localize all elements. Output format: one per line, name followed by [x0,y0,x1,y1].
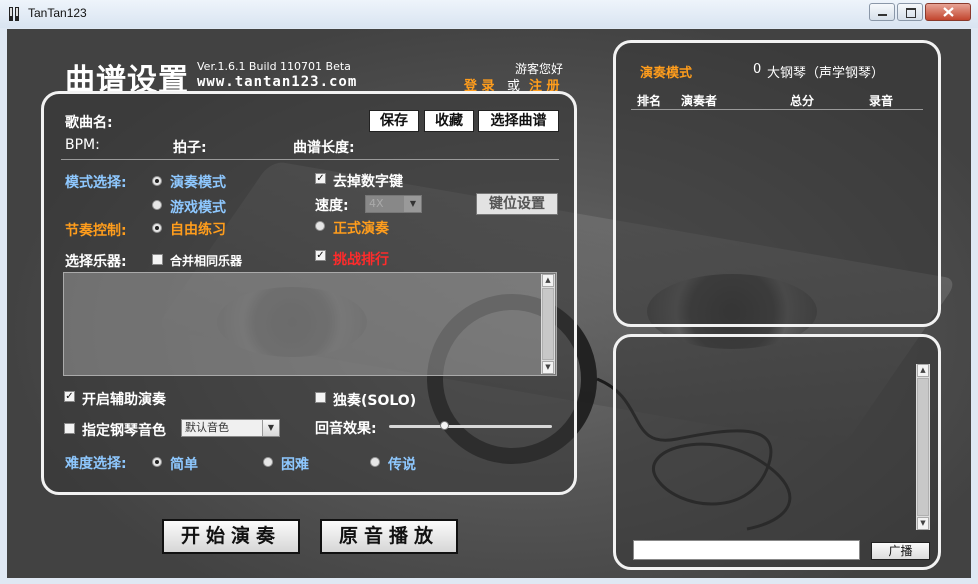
solo-label: 独奏(SOLO) [333,393,417,409]
minimize-icon [878,14,887,16]
piano-tone-value: 默认音色 [185,421,229,434]
remove-digit-keys-label: 去掉数字键 [333,174,403,190]
remove-digit-keys-checkbox[interactable]: ✓ [315,173,326,184]
scroll-up-icon[interactable]: ▲ [542,274,554,287]
title-bar: TanTan123 [0,0,978,28]
ranking-col-record: 录音 [869,94,894,108]
chevron-down-icon: ▼ [404,196,421,212]
maximize-button[interactable] [897,3,923,21]
assist-play-checkbox[interactable]: ✓ [64,391,75,402]
ranking-col-player: 演奏者 [681,94,718,108]
instrument-select-label: 选择乐器: [65,254,127,270]
scroll-up-icon[interactable]: ▲ [917,364,929,377]
beat-label: 拍子: [173,140,207,156]
ranking-instrument: 大钢琴（声学钢琴） [767,66,885,81]
chat-input[interactable] [633,540,860,560]
ranking-mode: 演奏模式 [640,66,693,81]
difficulty-hard-radio[interactable] [263,457,273,467]
free-practice-label[interactable]: 自由练习 [170,219,226,239]
difficulty-select-label: 难度选择: [65,456,127,472]
mode-game-radio[interactable] [152,200,162,210]
speed-dropdown[interactable]: 4X ▼ [365,195,422,213]
formal-play-radio[interactable] [315,221,325,231]
instrument-list[interactable]: ▲ ▼ [63,272,557,376]
scroll-down-icon[interactable]: ▼ [917,517,929,530]
mode-play-label[interactable]: 演奏模式 [170,172,226,192]
merge-instruments-label: 合并相同乐器 [170,254,243,268]
ranking-col-rank: 排名 [637,94,662,108]
difficulty-easy-radio[interactable] [152,457,162,467]
divider [61,159,559,160]
difficulty-legend-radio[interactable] [370,457,380,467]
key-settings-button[interactable]: 键位设置 [476,193,558,215]
close-button[interactable] [925,3,971,21]
start-play-button[interactable]: 开始演奏 [162,519,300,554]
echo-slider-thumb[interactable] [440,421,449,430]
ranking-panel [613,40,941,327]
assist-play-label: 开启辅助演奏 [82,392,166,408]
chat-scrollbar[interactable]: ▲ ▼ [916,364,930,530]
minimize-button[interactable] [869,3,895,21]
chevron-down-icon: ▼ [262,420,279,436]
maximize-icon [906,8,916,18]
select-score-button[interactable]: 选择曲谱 [478,110,559,132]
scroll-down-icon[interactable]: ▼ [542,361,554,374]
challenge-rank-label: 挑战排行 [333,252,389,268]
song-name-label: 歌曲名: [65,115,113,131]
rhythm-control-label: 节奏控制: [65,223,127,239]
version-text: Ver.1.6.1 Build 110701 Beta [197,60,351,73]
solo-checkbox[interactable] [315,392,326,403]
chat-panel [613,334,941,570]
favorite-button[interactable]: 收藏 [424,110,474,132]
merge-instruments-checkbox[interactable] [152,254,163,265]
app-window: TanTan123 曲谱设置 Ver.1.6.1 Build 110701 Be… [0,0,978,584]
scroll-thumb[interactable] [917,378,929,516]
piano-tone-label: 指定钢琴音色 [82,423,166,439]
speed-value: 4X [369,197,384,210]
piano-tone-checkbox[interactable] [64,423,75,434]
echo-effect-label: 回音效果: [315,421,377,437]
piano-app-icon [9,7,19,21]
ranking-count: 0 [753,62,762,77]
piano-tone-dropdown[interactable]: 默认音色 ▼ [181,419,280,437]
mode-select-label: 模式选择: [65,175,127,191]
difficulty-legend-label[interactable]: 传说 [388,454,416,474]
speed-label: 速度: [315,198,349,214]
original-playback-button[interactable]: 原音播放 [320,519,458,554]
difficulty-hard-label[interactable]: 困难 [281,454,309,474]
score-length-label: 曲谱长度: [293,140,355,156]
formal-play-label[interactable]: 正式演奏 [333,218,389,238]
website-link[interactable]: www.tantan123.com [197,74,357,90]
scroll-thumb[interactable] [542,288,554,360]
instrument-list-scrollbar[interactable]: ▲ ▼ [541,274,555,374]
close-icon [943,7,954,17]
ranking-col-score: 总分 [790,94,815,108]
broadcast-button[interactable]: 广播 [871,542,930,560]
free-practice-radio[interactable] [152,223,162,233]
ranking-divider [631,109,923,110]
echo-slider[interactable] [389,421,552,430]
bpm-label: BPM: [65,137,100,153]
save-button[interactable]: 保存 [369,110,419,132]
difficulty-easy-label[interactable]: 简单 [170,454,198,474]
mode-play-radio[interactable] [152,176,162,186]
challenge-rank-checkbox[interactable]: ✓ [315,250,326,261]
window-title: TanTan123 [28,6,87,20]
client-area: 曲谱设置 Ver.1.6.1 Build 110701 Beta www.tan… [7,29,971,578]
mode-game-label[interactable]: 游戏模式 [170,197,226,217]
